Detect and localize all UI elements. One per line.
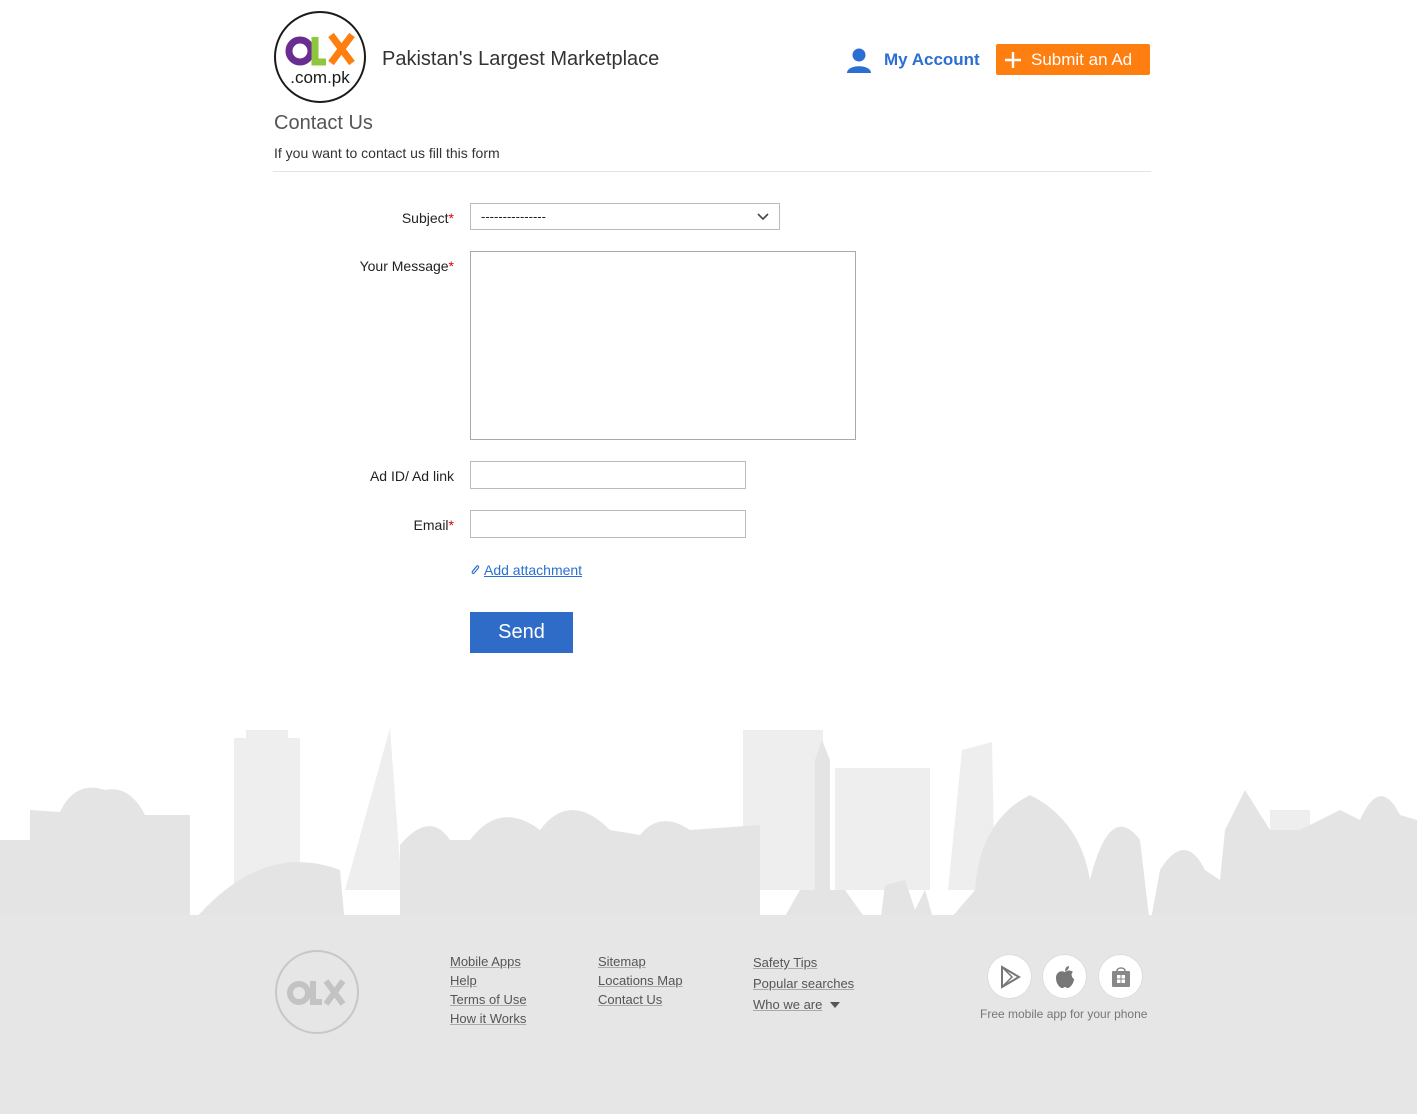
google-play-button[interactable] — [988, 955, 1031, 998]
windows-store-icon — [1111, 966, 1130, 987]
site-tagline: Pakistan's Largest Marketplace — [382, 48, 660, 70]
subject-label: Subject* — [401, 210, 454, 226]
footer-links-col1: Mobile Apps Help Terms of Use How it Wor… — [450, 952, 527, 1028]
footer-link-contact-us[interactable]: Contact Us — [598, 990, 683, 1009]
olx-logo[interactable]: .com.pk — [274, 11, 366, 103]
footer-link-sitemap[interactable]: Sitemap — [598, 952, 683, 971]
submit-ad-button[interactable]: Submit an Ad — [996, 44, 1150, 75]
city-skyline-illustration — [0, 728, 1417, 930]
user-icon — [847, 48, 871, 73]
footer-links-col3: Safety Tips Popular searches Who we are — [753, 952, 854, 1015]
logo-domain: .com.pk — [290, 68, 350, 87]
apps-caption: Free mobile app for your phone — [980, 1007, 1148, 1021]
send-button[interactable]: Send — [470, 612, 573, 653]
my-account-link[interactable]: My Account — [846, 46, 980, 74]
footer-link-locations-map[interactable]: Locations Map — [598, 971, 683, 990]
subject-selected-value: --------------- — [481, 209, 546, 224]
footer-link-popular-searches[interactable]: Popular searches — [753, 973, 854, 994]
email-input[interactable] — [470, 510, 746, 538]
footer-links-col2: Sitemap Locations Map Contact Us — [598, 952, 683, 1009]
add-attachment-label: Add attachment — [484, 562, 583, 578]
subject-select[interactable]: --------------- — [470, 203, 780, 230]
my-account-label: My Account — [884, 50, 980, 69]
chevron-down-icon — [757, 213, 769, 221]
required-mark: * — [448, 258, 454, 274]
paperclip-icon — [471, 565, 480, 574]
footer-link-safety-tips[interactable]: Safety Tips — [753, 952, 854, 973]
apple-store-button[interactable] — [1043, 955, 1086, 998]
footer-link-help[interactable]: Help — [450, 971, 527, 990]
email-label: Email* — [413, 517, 454, 533]
adid-input[interactable] — [470, 461, 746, 489]
footer-link-terms[interactable]: Terms of Use — [450, 990, 527, 1009]
olx-logo-icon — [287, 979, 346, 1006]
page-title: Contact Us — [274, 112, 373, 134]
olx-logo-icon: .com.pk — [285, 32, 355, 87]
windows-store-button[interactable] — [1099, 955, 1142, 998]
required-mark: * — [448, 210, 454, 226]
page-subtitle: If you want to contact us fill this form — [274, 145, 500, 161]
apple-icon — [1055, 965, 1074, 988]
plus-icon — [1005, 51, 1021, 68]
submit-ad-label: Submit an Ad — [1031, 49, 1133, 69]
message-textarea[interactable] — [470, 251, 856, 440]
footer-link-who-we-are[interactable]: Who we are — [753, 994, 854, 1015]
message-label: Your Message* — [359, 258, 454, 274]
add-attachment-link[interactable]: Add attachment — [470, 562, 582, 578]
footer-link-mobile-apps[interactable]: Mobile Apps — [450, 952, 527, 971]
required-mark: * — [448, 517, 454, 533]
header-divider — [273, 171, 1151, 172]
adid-label: Ad ID/ Ad link — [369, 468, 454, 484]
google-play-icon — [1000, 964, 1021, 989]
caret-down-icon — [830, 1001, 841, 1008]
footer-background — [0, 924, 1417, 1114]
footer-olx-logo[interactable] — [275, 950, 359, 1034]
footer-link-how-it-works[interactable]: How it Works — [450, 1009, 527, 1028]
